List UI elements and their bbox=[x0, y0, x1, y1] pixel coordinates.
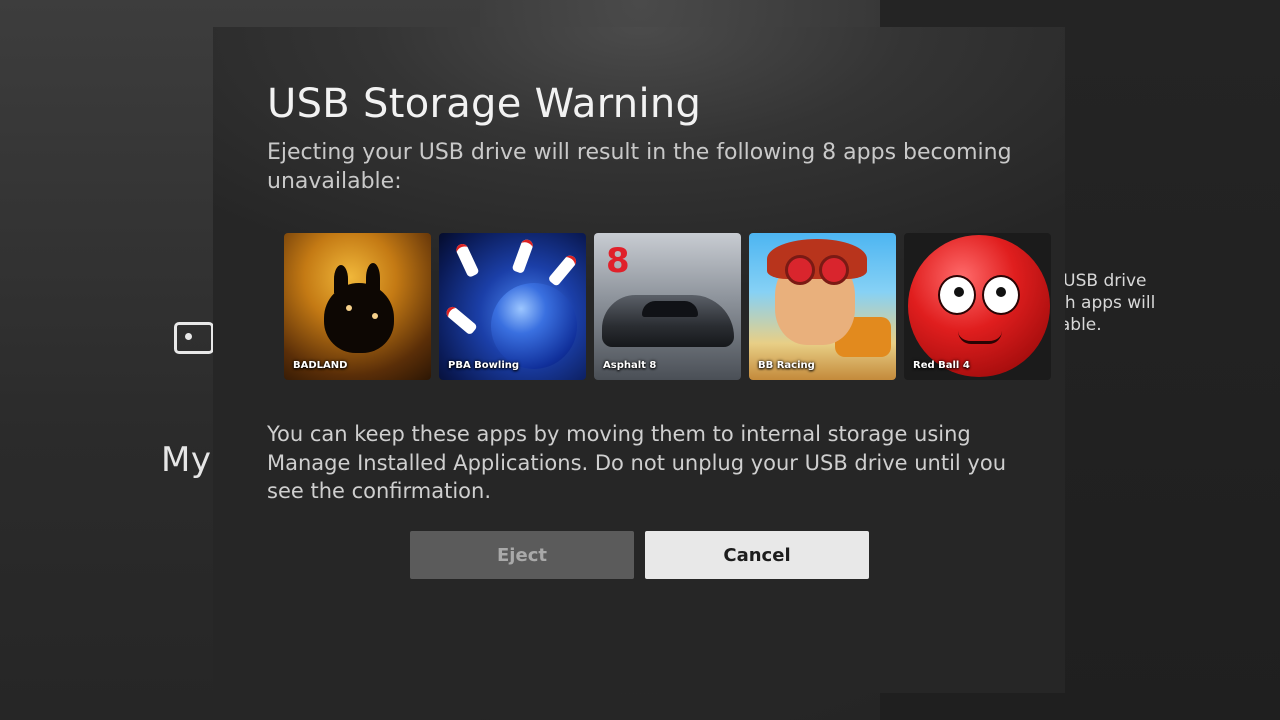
usb-drive-icon bbox=[174, 322, 214, 354]
dialog-body-text: You can keep these apps by moving them t… bbox=[267, 422, 1006, 503]
bowling-pin bbox=[511, 237, 535, 275]
badland-app-icon: BADLAND bbox=[284, 233, 431, 380]
app-label: BADLAND bbox=[293, 360, 348, 371]
red-ball-eye bbox=[938, 275, 976, 315]
asphalt-badge: 8 bbox=[606, 241, 630, 281]
car-art bbox=[602, 295, 734, 347]
app-label: Red Ball 4 bbox=[913, 360, 970, 371]
bowling-pin bbox=[454, 242, 480, 278]
dialog-title: USB Storage Warning bbox=[267, 81, 702, 127]
badland-eye bbox=[372, 313, 378, 319]
background-description: ur USB drive hich apps will ailable. bbox=[1040, 271, 1156, 335]
red-ball-pupil bbox=[954, 287, 964, 297]
cancel-button[interactable]: Cancel bbox=[645, 531, 869, 579]
red-ball-4-app-icon: Red Ball 4 bbox=[904, 233, 1051, 380]
background-my-label: My bbox=[161, 440, 212, 480]
usb-storage-warning-dialog: USB Storage Warning Ejecting your USB dr… bbox=[213, 27, 1065, 693]
badland-creature-art bbox=[324, 263, 394, 353]
asphalt-8-app-icon: 8 Asphalt 8 bbox=[594, 233, 741, 380]
red-ball-eye bbox=[982, 275, 1020, 315]
goggle-icon bbox=[819, 255, 849, 285]
app-label: Asphalt 8 bbox=[603, 360, 657, 371]
pba-bowling-app-icon: PBA Bowling bbox=[439, 233, 586, 380]
racer-hair-art bbox=[767, 239, 867, 279]
red-ball-art bbox=[908, 235, 1050, 377]
red-ball-mouth bbox=[958, 331, 1002, 344]
bowling-pin bbox=[547, 253, 579, 287]
bowling-ball-art bbox=[491, 283, 577, 369]
app-label: BB Racing bbox=[758, 360, 815, 371]
affected-apps-row: BADLAND PBA Bowling 8 Asphalt 8 BB Racin… bbox=[284, 233, 1065, 380]
bb-racing-app-icon: BB Racing bbox=[749, 233, 896, 380]
red-ball-pupil bbox=[996, 287, 1006, 297]
bowling-pin bbox=[444, 304, 478, 336]
eject-button[interactable]: Eject bbox=[410, 531, 634, 579]
badland-eye bbox=[346, 305, 352, 311]
goggle-icon bbox=[785, 255, 815, 285]
dialog-subtitle: Ejecting your USB drive will result in t… bbox=[267, 140, 1012, 194]
app-label: PBA Bowling bbox=[448, 360, 520, 371]
